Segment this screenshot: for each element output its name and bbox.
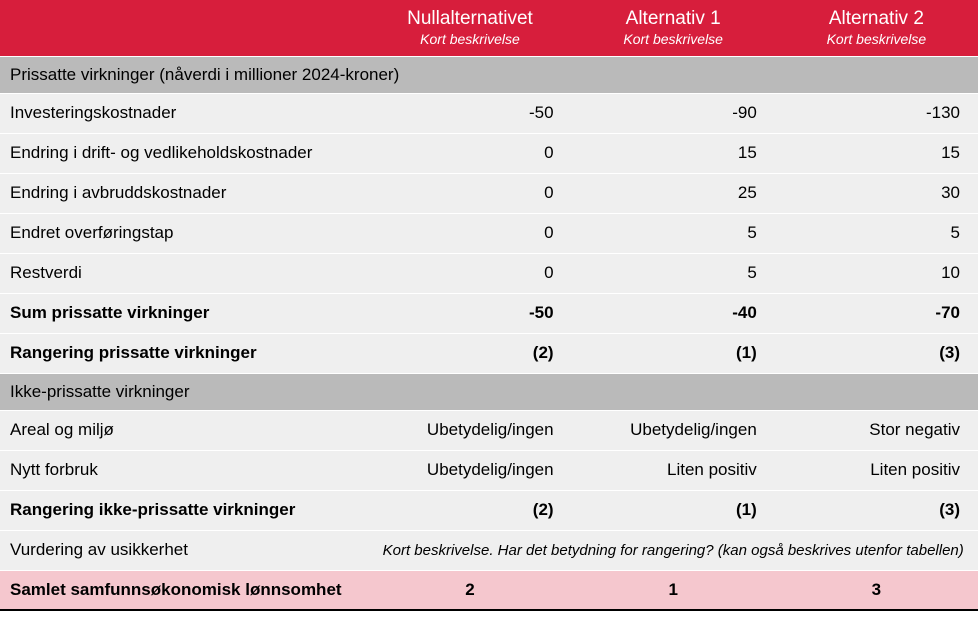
row-value: 5 bbox=[572, 253, 775, 293]
table-row: Sum prissatte virkninger -50 -40 -70 bbox=[0, 293, 978, 333]
row-value: (3) bbox=[775, 490, 978, 530]
row-value: -40 bbox=[572, 293, 775, 333]
row-value: -50 bbox=[368, 293, 571, 333]
row-value: 0 bbox=[368, 133, 571, 173]
row-value: 5 bbox=[572, 213, 775, 253]
row-value: 15 bbox=[775, 133, 978, 173]
row-label: Nytt forbruk bbox=[0, 450, 368, 490]
summary-value: 1 bbox=[572, 570, 775, 610]
row-value: 15 bbox=[572, 133, 775, 173]
row-label: Endret overføringstap bbox=[0, 213, 368, 253]
row-value: -50 bbox=[368, 93, 571, 133]
header-col-2-title: Alternativ 2 bbox=[775, 8, 978, 31]
uncertainty-note: Kort beskrivelse. Har det betydning for … bbox=[368, 530, 978, 570]
row-value: -130 bbox=[775, 93, 978, 133]
row-value: (3) bbox=[775, 333, 978, 373]
summary-label: Samlet samfunnsøkonomisk lønnsomhet bbox=[0, 570, 368, 610]
row-label: Areal og miljø bbox=[0, 410, 368, 450]
header-col-1: Alternativ 1 Kort beskrivelse bbox=[572, 0, 775, 56]
row-value: (2) bbox=[368, 333, 571, 373]
row-value: 0 bbox=[368, 213, 571, 253]
row-value: Ubetydelig/ingen bbox=[368, 450, 571, 490]
row-value: Stor negativ bbox=[775, 410, 978, 450]
row-value: Liten positiv bbox=[572, 450, 775, 490]
economic-table: Nullalternativet Kort beskrivelse Altern… bbox=[0, 0, 978, 611]
uncertainty-label: Vurdering av usikkerhet bbox=[0, 530, 368, 570]
table-row: Areal og miljø Ubetydelig/ingen Ubetydel… bbox=[0, 410, 978, 450]
row-value: 25 bbox=[572, 173, 775, 213]
header-row: Nullalternativet Kort beskrivelse Altern… bbox=[0, 0, 978, 56]
table-row: Endret overføringstap 0 5 5 bbox=[0, 213, 978, 253]
header-col-0-title: Nullalternativet bbox=[368, 8, 571, 31]
row-value: 10 bbox=[775, 253, 978, 293]
row-value: (1) bbox=[572, 333, 775, 373]
row-value: 0 bbox=[368, 253, 571, 293]
header-col-2-sub: Kort beskrivelse bbox=[775, 31, 978, 47]
row-label: Endring i avbruddskostnader bbox=[0, 173, 368, 213]
row-label: Rangering prissatte virkninger bbox=[0, 333, 368, 373]
row-label: Endring i drift- og vedlikeholdskostnade… bbox=[0, 133, 368, 173]
section-nonpriced-title: Ikke-prissatte virkninger bbox=[0, 373, 978, 410]
row-label: Sum prissatte virkninger bbox=[0, 293, 368, 333]
table-row: Endring i avbruddskostnader 0 25 30 bbox=[0, 173, 978, 213]
row-value: Ubetydelig/ingen bbox=[572, 410, 775, 450]
table-row: Nytt forbruk Ubetydelig/ingen Liten posi… bbox=[0, 450, 978, 490]
section-nonpriced: Ikke-prissatte virkninger bbox=[0, 373, 978, 410]
summary-row: Samlet samfunnsøkonomisk lønnsomhet 2 1 … bbox=[0, 570, 978, 610]
row-value: 30 bbox=[775, 173, 978, 213]
table-row: Investeringskostnader -50 -90 -130 bbox=[0, 93, 978, 133]
header-blank bbox=[0, 0, 368, 56]
summary-value: 3 bbox=[775, 570, 978, 610]
table-row: Rangering ikke-prissatte virkninger (2) … bbox=[0, 490, 978, 530]
row-value: (1) bbox=[572, 490, 775, 530]
header-col-0-sub: Kort beskrivelse bbox=[368, 31, 571, 47]
table-row: Restverdi 0 5 10 bbox=[0, 253, 978, 293]
row-value: -70 bbox=[775, 293, 978, 333]
header-col-0: Nullalternativet Kort beskrivelse bbox=[368, 0, 571, 56]
row-label: Restverdi bbox=[0, 253, 368, 293]
row-value: Ubetydelig/ingen bbox=[368, 410, 571, 450]
header-col-1-title: Alternativ 1 bbox=[572, 8, 775, 31]
row-value: (2) bbox=[368, 490, 571, 530]
row-value: 0 bbox=[368, 173, 571, 213]
row-label: Investeringskostnader bbox=[0, 93, 368, 133]
table-row: Endring i drift- og vedlikeholdskostnade… bbox=[0, 133, 978, 173]
section-priced: Prissatte virkninger (nåverdi i millione… bbox=[0, 56, 978, 93]
row-value: Liten positiv bbox=[775, 450, 978, 490]
table-row: Rangering prissatte virkninger (2) (1) (… bbox=[0, 333, 978, 373]
row-label: Rangering ikke-prissatte virkninger bbox=[0, 490, 368, 530]
row-value: -90 bbox=[572, 93, 775, 133]
row-value: 5 bbox=[775, 213, 978, 253]
summary-value: 2 bbox=[368, 570, 571, 610]
header-col-1-sub: Kort beskrivelse bbox=[572, 31, 775, 47]
header-col-2: Alternativ 2 Kort beskrivelse bbox=[775, 0, 978, 56]
uncertainty-row: Vurdering av usikkerhet Kort beskrivelse… bbox=[0, 530, 978, 570]
section-priced-title: Prissatte virkninger (nåverdi i millione… bbox=[0, 56, 978, 93]
